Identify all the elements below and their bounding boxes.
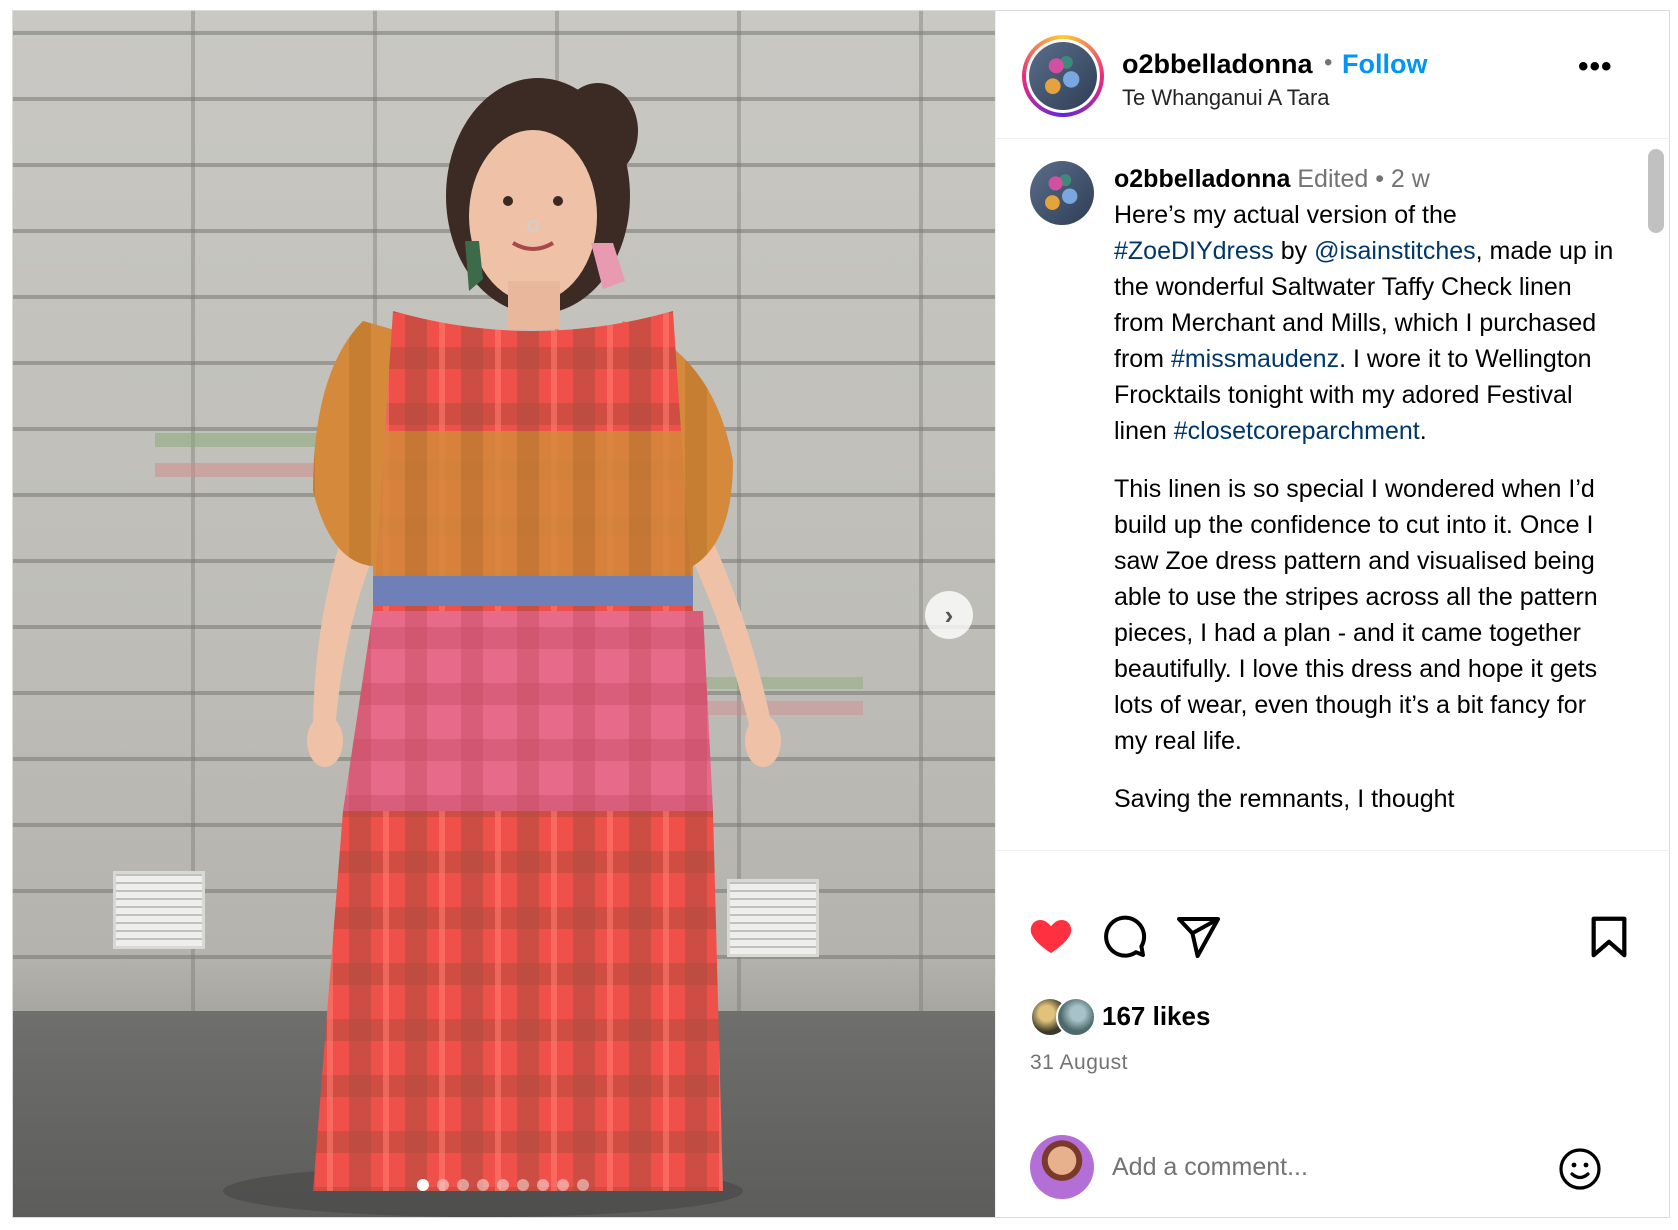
caption-username[interactable]: o2bbelladonna [1114, 165, 1290, 193]
slide-dot [417, 1179, 429, 1191]
separator-dot: • [1375, 165, 1384, 193]
edited-label: Edited [1297, 165, 1369, 193]
share-icon[interactable] [1174, 913, 1222, 961]
slide-dot [517, 1179, 529, 1191]
post-header: o2bbelladonna • Follow Te Whanganui A Ta… [996, 11, 1669, 139]
slide-dot [577, 1179, 589, 1191]
post-details-panel: o2bbelladonna • Follow Te Whanganui A Ta… [995, 11, 1669, 1217]
caption-text: by [1273, 237, 1315, 265]
caption-scrollbar[interactable] [1648, 149, 1664, 233]
current-user-avatar [1030, 1135, 1094, 1199]
post-dialog: › o2bbelladonna • Follow Te Whanganui A … [12, 10, 1670, 1218]
caption-text: Here’s my actual version of the [1114, 201, 1457, 229]
caption-text: . [1419, 417, 1427, 445]
slide-dot [557, 1179, 569, 1191]
follow-button[interactable]: Follow [1342, 49, 1427, 80]
caption-paragraph-1: o2bbelladonna Edited • 2 w Here’s my act… [1114, 161, 1619, 449]
post-location[interactable]: Te Whanganui A Tara [1122, 85, 1330, 111]
caption-paragraph-2: This linen is so special I wondered when… [1114, 475, 1598, 755]
post-photo[interactable]: › [13, 11, 995, 1217]
slide-dot [497, 1179, 509, 1191]
likes-count[interactable]: 167 likes [1102, 1001, 1210, 1032]
post-age[interactable]: 2 w [1391, 165, 1430, 193]
slide-dot [477, 1179, 489, 1191]
more-options-icon[interactable]: ••• [1578, 52, 1613, 82]
comment-icon[interactable] [1100, 913, 1148, 961]
separator-dot: • [1324, 49, 1333, 76]
caption-author-avatar[interactable] [1030, 161, 1094, 225]
chevron-right-icon: › [944, 599, 954, 630]
heart-icon[interactable] [1026, 911, 1076, 959]
bookmark-icon[interactable] [1586, 913, 1632, 961]
emoji-icon[interactable] [1556, 1145, 1604, 1193]
hashtag-link[interactable]: #ZoeDIYdress [1114, 237, 1274, 265]
caption: o2bbelladonna Edited • 2 w Here’s my act… [1114, 161, 1619, 817]
comment-composer [996, 1131, 1669, 1217]
slide-dot [537, 1179, 549, 1191]
caption-scroll-area[interactable]: o2bbelladonna Edited • 2 w Here’s my act… [996, 139, 1669, 851]
author-username[interactable]: o2bbelladonna [1122, 49, 1313, 80]
post-date[interactable]: 31 August [1030, 1051, 1128, 1075]
avatar-image [1029, 42, 1097, 110]
next-slide-button[interactable]: › [925, 591, 973, 639]
person-in-plaid-dress [223, 78, 781, 1217]
comment-input[interactable] [1112, 1153, 1512, 1182]
hashtag-link[interactable]: #missmaudenz [1171, 345, 1339, 373]
caption-paragraph-3: Saving the remnants, I thought [1114, 785, 1455, 813]
action-bar [996, 911, 1669, 971]
slide-dot [437, 1179, 449, 1191]
hashtag-link[interactable]: #closetcoreparchment [1174, 417, 1420, 445]
liker-avatar [1056, 997, 1096, 1037]
mention-link[interactable]: @isainstitches [1314, 237, 1476, 265]
slide-indicator [417, 1179, 589, 1191]
slide-dot [457, 1179, 469, 1191]
author-avatar[interactable] [1022, 35, 1104, 117]
